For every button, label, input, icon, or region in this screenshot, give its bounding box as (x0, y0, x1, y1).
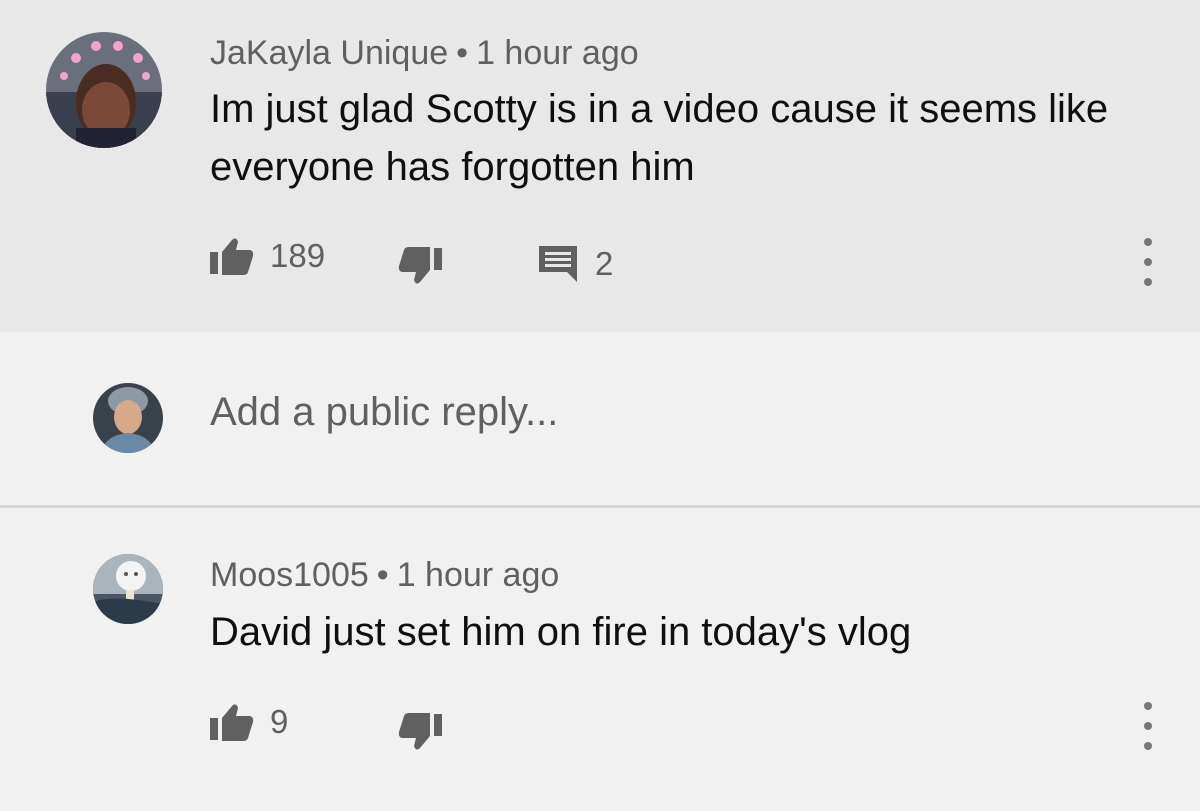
avatar[interactable] (93, 554, 163, 624)
comment-text: David just set him on fire in today's vl… (210, 610, 912, 654)
comment-text-line: everyone has forgotten him (210, 145, 695, 189)
comment-meta: JaKayla Unique • 1 hour ago (210, 34, 639, 73)
reply-count: 2 (595, 245, 614, 282)
user-avatar-image (93, 383, 163, 453)
thumbs-up-icon (210, 238, 254, 275)
comment-text: Im just glad Scotty is in a video cause … (210, 80, 1170, 196)
comment-author[interactable]: Moos1005 (210, 556, 369, 594)
reply-box (0, 332, 1200, 506)
meta-separator: • (456, 34, 469, 72)
more-vertical-icon (1144, 238, 1152, 246)
dislike-button[interactable] (398, 712, 442, 752)
more-options-button[interactable] (1138, 238, 1158, 286)
comment-author[interactable]: JaKayla Unique (210, 34, 448, 72)
dislike-button[interactable] (398, 246, 442, 286)
like-count: 9 (270, 703, 289, 740)
comment-icon (539, 246, 577, 282)
more-vertical-icon (1144, 702, 1152, 710)
divider (0, 505, 1200, 508)
like-count: 189 (270, 237, 326, 274)
reply-button[interactable]: 2 (537, 244, 613, 284)
more-options-button[interactable] (1138, 702, 1158, 750)
avatar-image (46, 32, 162, 148)
comment-text-line: Im just glad Scotty is in a video cause … (210, 87, 1109, 131)
thumbs-down-icon (398, 247, 442, 284)
thumbs-down-icon (398, 713, 442, 750)
like-button[interactable]: 189 (210, 236, 325, 276)
avatar[interactable] (46, 32, 162, 148)
comment-time[interactable]: 1 hour ago (397, 556, 560, 594)
avatar-image (93, 554, 163, 624)
comment-time[interactable]: 1 hour ago (476, 34, 639, 72)
comment-meta: Moos1005 • 1 hour ago (210, 556, 559, 595)
reply-input[interactable]: Add a public reply... (210, 390, 558, 435)
thumbs-up-icon (210, 704, 254, 741)
like-button[interactable]: 9 (210, 702, 288, 742)
user-avatar (93, 383, 163, 453)
meta-separator: • (376, 556, 389, 594)
